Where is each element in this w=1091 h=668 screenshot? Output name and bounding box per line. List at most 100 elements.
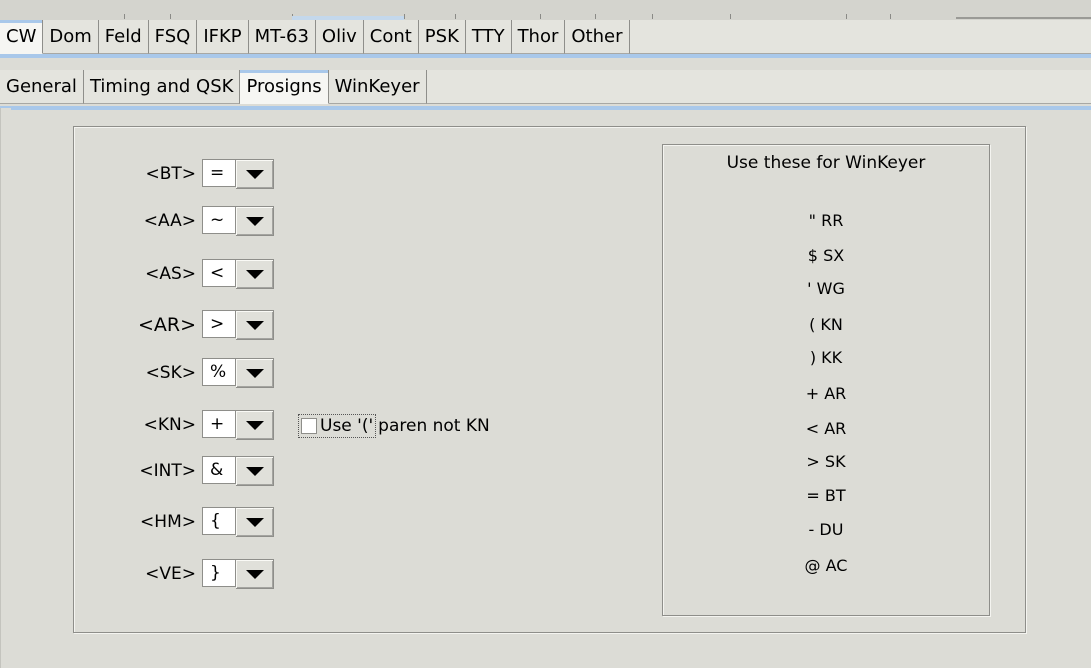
prosign-label: <SK> bbox=[145, 363, 196, 383]
tab-thor[interactable]: Thor bbox=[511, 20, 566, 54]
tab-mt63[interactable]: MT-63 bbox=[248, 20, 316, 54]
tab-label: Prosigns bbox=[246, 76, 322, 97]
prosign-aa-select[interactable]: ~ bbox=[202, 206, 274, 236]
prosign-row-int: <INT> & bbox=[100, 456, 274, 486]
winkeyer-item: > SK bbox=[806, 452, 846, 471]
strip-tick bbox=[170, 14, 171, 19]
tab-label: MT-63 bbox=[254, 26, 309, 47]
tab-dom[interactable]: Dom bbox=[43, 20, 99, 54]
tab-label: General bbox=[6, 76, 77, 97]
winkeyer-item: + AR bbox=[805, 384, 847, 403]
tab-label: Oliv bbox=[321, 26, 357, 47]
tab-psk[interactable]: PSK bbox=[418, 20, 466, 54]
combo-value[interactable]: { bbox=[202, 507, 236, 535]
combo-dropdown-button[interactable] bbox=[236, 310, 274, 340]
strip-tick bbox=[595, 14, 596, 19]
winkeyer-title: Use these for WinKeyer bbox=[726, 153, 926, 173]
tab-label: CW bbox=[6, 26, 37, 47]
prosign-label: <AA> bbox=[143, 211, 196, 231]
checkbox-label-suffix: paren not KN bbox=[378, 416, 490, 436]
combo-value[interactable]: + bbox=[202, 410, 236, 438]
checkbox-box[interactable] bbox=[301, 418, 317, 434]
combo-value[interactable]: & bbox=[202, 456, 236, 484]
winkeyer-item: ( KN bbox=[809, 315, 843, 334]
combo-value[interactable]: % bbox=[202, 358, 236, 386]
prosign-label: <AS> bbox=[145, 264, 196, 284]
triangle-down-icon bbox=[245, 368, 264, 378]
tab-label: Feld bbox=[104, 26, 142, 47]
strip-tick bbox=[404, 14, 405, 19]
prosign-label: <AR> bbox=[137, 314, 196, 336]
checkbox-label-prefix: Use '(' bbox=[320, 416, 374, 436]
winkeyer-item: @ AC bbox=[804, 556, 848, 575]
tab-cw[interactable]: CW bbox=[0, 20, 44, 54]
prosign-label: <VE> bbox=[145, 564, 196, 584]
tab-bar-underline bbox=[0, 54, 1091, 58]
winkeyer-item: = BT bbox=[806, 486, 846, 505]
subtab-bar-underline bbox=[0, 106, 1091, 110]
combo-dropdown-button[interactable] bbox=[236, 559, 274, 589]
combo-value[interactable]: > bbox=[202, 310, 236, 338]
tab-timing-qsk[interactable]: Timing and QSK bbox=[83, 70, 241, 104]
prosign-ve-select[interactable]: } bbox=[202, 559, 274, 589]
combo-value[interactable]: } bbox=[202, 559, 236, 587]
combo-dropdown-button[interactable] bbox=[236, 456, 274, 486]
prosign-label: <BT> bbox=[145, 164, 196, 184]
prosign-row-kn: <KN> + bbox=[100, 410, 274, 440]
tab-label: IFKP bbox=[203, 26, 242, 47]
prosign-as-select[interactable]: < bbox=[202, 259, 274, 289]
strip-tick bbox=[455, 14, 456, 19]
winkeyer-item: ) KK bbox=[809, 348, 843, 367]
tab-cont[interactable]: Cont bbox=[363, 20, 419, 54]
tab-winkeyer[interactable]: WinKeyer bbox=[328, 70, 427, 104]
winkeyer-item: ' WG bbox=[807, 279, 845, 298]
triangle-down-icon bbox=[245, 169, 264, 179]
tab-general[interactable]: General bbox=[0, 70, 84, 104]
prosign-int-select[interactable]: & bbox=[202, 456, 274, 486]
prosign-hm-select[interactable]: { bbox=[202, 507, 274, 537]
tab-label: PSK bbox=[424, 26, 459, 47]
prosign-row-ar: <AR> > bbox=[100, 310, 274, 340]
strip-tick bbox=[890, 14, 891, 19]
prosign-sk-select[interactable]: % bbox=[202, 358, 274, 388]
prosign-row-sk: <SK> % bbox=[100, 358, 274, 388]
winkeyer-reference-box: Use these for WinKeyer " RR $ SX ' WG ( … bbox=[662, 144, 990, 616]
combo-value[interactable]: ~ bbox=[202, 206, 236, 234]
combo-value[interactable]: < bbox=[202, 259, 236, 287]
page-left-edge bbox=[0, 108, 11, 668]
prosign-ar-select[interactable]: > bbox=[202, 310, 274, 340]
strip-line bbox=[956, 17, 1091, 19]
winkeyer-item: " RR bbox=[808, 211, 844, 230]
tab-oliv[interactable]: Oliv bbox=[315, 20, 364, 54]
combo-value[interactable]: = bbox=[202, 159, 236, 187]
combo-dropdown-button[interactable] bbox=[236, 206, 274, 236]
tab-label: Dom bbox=[49, 26, 92, 47]
tab-tty[interactable]: TTY bbox=[465, 20, 512, 54]
window-top-strip bbox=[0, 0, 1091, 20]
prosign-row-bt: <BT> = bbox=[100, 159, 274, 189]
tab-fsq[interactable]: FSQ bbox=[148, 20, 198, 54]
tab-feld[interactable]: Feld bbox=[98, 20, 149, 54]
tab-other[interactable]: Other bbox=[565, 20, 630, 54]
strip-tick bbox=[846, 14, 847, 19]
tab-ifkp[interactable]: IFKP bbox=[197, 20, 249, 54]
paren-not-kn-checkbox[interactable]: Use '(' paren not KN bbox=[298, 413, 490, 439]
combo-dropdown-button[interactable] bbox=[236, 507, 274, 537]
prosign-bt-select[interactable]: = bbox=[202, 159, 274, 189]
strip-tick bbox=[652, 14, 653, 19]
triangle-down-icon bbox=[245, 569, 264, 579]
tab-prosigns[interactable]: Prosigns bbox=[240, 70, 329, 104]
mode-tab-bar: CW Dom Feld FSQ IFKP MT-63 Oliv Cont PSK… bbox=[0, 20, 1091, 54]
combo-dropdown-button[interactable] bbox=[236, 358, 274, 388]
combo-dropdown-button[interactable] bbox=[236, 259, 274, 289]
checkbox-focus-frame[interactable]: Use '(' bbox=[298, 414, 377, 438]
combo-dropdown-button[interactable] bbox=[236, 159, 274, 189]
prosign-kn-select[interactable]: + bbox=[202, 410, 274, 440]
prosign-row-ve: <VE> } bbox=[100, 559, 274, 589]
combo-dropdown-button[interactable] bbox=[236, 410, 274, 440]
tab-label: FSQ bbox=[154, 26, 191, 47]
tab-label: Other bbox=[571, 26, 623, 47]
triangle-down-icon bbox=[245, 320, 264, 330]
winkeyer-item: $ SX bbox=[807, 246, 845, 265]
triangle-down-icon bbox=[245, 269, 264, 279]
